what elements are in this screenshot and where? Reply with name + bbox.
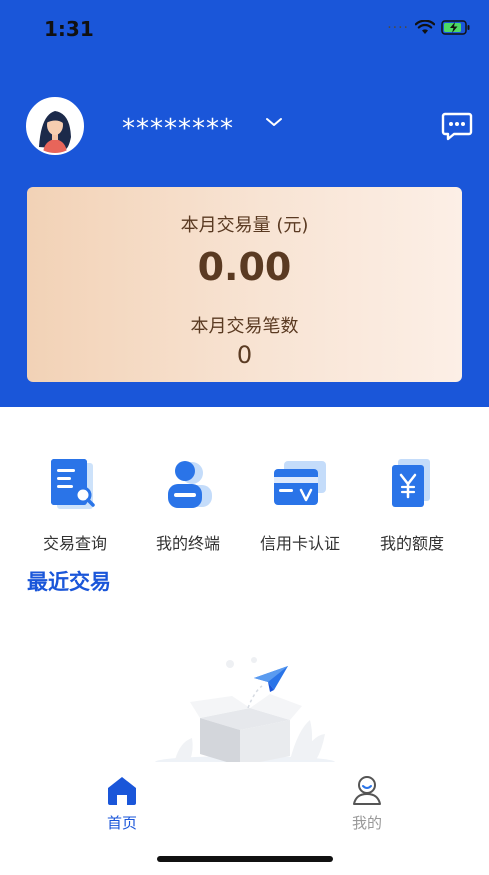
status-icons: ···· — [387, 20, 471, 35]
shortcut-my-quota[interactable]: 我的额度 — [357, 455, 467, 554]
shortcut-label: 信用卡认证 — [259, 534, 340, 553]
home-indicator — [157, 856, 333, 862]
empty-box-paper-plane-icon — [155, 657, 335, 768]
tab-home-label: 首页 — [106, 814, 137, 832]
status-time: 1:31 — [44, 17, 94, 41]
month-count-label: 本月交易笔数 — [190, 316, 299, 337]
credit-card-verify-icon — [274, 461, 326, 505]
message-bubble-icon[interactable] — [441, 110, 473, 142]
tab-mine[interactable]: 我的 — [327, 774, 407, 833]
tab-home[interactable]: 首页 — [82, 774, 162, 833]
quota-yen-icon — [392, 459, 430, 507]
avatar-woman-icon — [28, 99, 82, 153]
home-icon — [108, 777, 136, 805]
profile-icon — [353, 776, 381, 805]
shortcut-my-terminal[interactable]: 我的终端 — [133, 455, 243, 554]
wifi-icon — [415, 20, 435, 34]
month-count-value: 0 — [236, 341, 253, 369]
signal-dots-icon: ···· — [387, 19, 409, 36]
avatar[interactable] — [26, 97, 84, 155]
account-name[interactable]: ******** — [122, 114, 234, 144]
shortcut-label: 我的终端 — [155, 534, 220, 553]
chevron-down-icon[interactable] — [265, 116, 283, 128]
header-panel: 1:31 ···· ******** 本月交易量 (元) 0.00 本月交易笔数… — [0, 0, 489, 407]
month-volume-value: 0.00 — [197, 245, 292, 289]
month-volume-label: 本月交易量 (元) — [180, 215, 309, 236]
tab-mine-label: 我的 — [351, 814, 382, 832]
monthly-summary-card: 本月交易量 (元) 0.00 本月交易笔数 0 — [27, 187, 462, 382]
shortcut-transaction-query[interactable]: 交易查询 — [20, 455, 130, 554]
battery-charging-icon — [441, 20, 470, 35]
shortcut-label: 交易查询 — [42, 534, 107, 553]
shortcut-credit-card-verify[interactable]: 信用卡认证 — [245, 455, 355, 554]
shortcut-label: 我的额度 — [379, 534, 444, 553]
terminal-user-icon — [168, 461, 212, 508]
transaction-query-icon — [51, 459, 95, 509]
recent-transactions-title: 最近交易 — [27, 570, 111, 594]
